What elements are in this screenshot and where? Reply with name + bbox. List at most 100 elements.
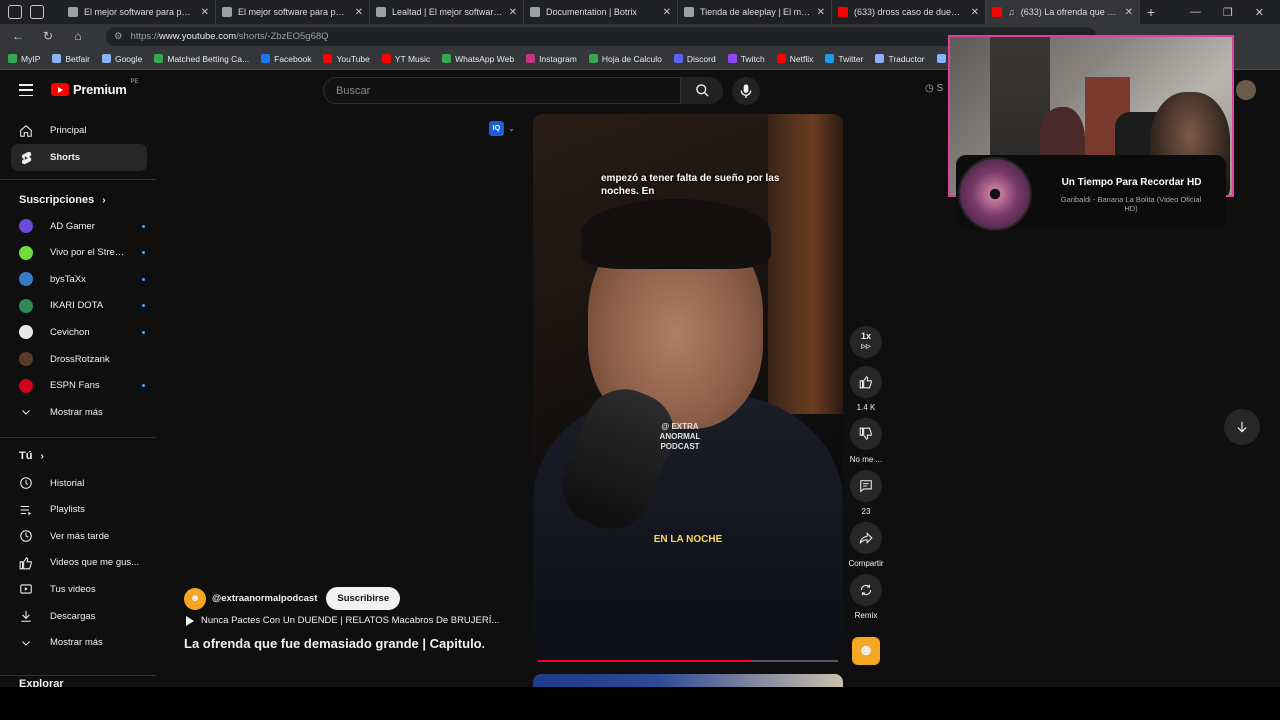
tab-title: Lealtad | El mejor software para <box>392 7 503 17</box>
bookmark-item[interactable]: YouTube <box>323 54 370 64</box>
back-icon[interactable]: ← <box>10 29 26 43</box>
close-window-icon[interactable]: ✕ <box>1255 6 1264 19</box>
bookmark-item[interactable]: Facebook <box>261 54 311 64</box>
search-button[interactable] <box>681 77 723 104</box>
remix-button[interactable] <box>850 574 882 606</box>
close-tab-icon[interactable]: ✕ <box>663 7 671 18</box>
close-tab-icon[interactable]: ✕ <box>1125 7 1133 18</box>
bookmark-item[interactable]: Twitch <box>727 54 765 64</box>
playback-speed-button[interactable]: 1x ▷▷ <box>850 326 882 358</box>
subscription-item[interactable]: ESPN Fans <box>11 373 147 399</box>
sidebar-item-you[interactable]: Tus videos <box>11 576 147 602</box>
voice-search-button[interactable] <box>732 77 760 105</box>
subscription-label: ESPN Fans <box>50 380 100 392</box>
bookmark-item[interactable]: Twitter <box>825 54 863 64</box>
account-avatar[interactable] <box>1236 80 1256 100</box>
bookmark-item[interactable]: Netflix <box>776 54 813 64</box>
sidebar-item-you[interactable]: Historial <box>11 470 147 496</box>
sidebar-item-you[interactable]: Playlists <box>11 497 147 523</box>
maximize-icon[interactable]: ❐ <box>1223 6 1233 19</box>
subscription-item[interactable]: Cevichon <box>11 319 147 345</box>
like-button[interactable] <box>850 366 882 398</box>
site-favicon-icon <box>68 7 78 17</box>
close-tab-icon[interactable]: ✕ <box>509 7 517 18</box>
youtube-premium-logo[interactable]: Premium PE <box>51 79 139 97</box>
sidebar-item-label: Tus videos <box>50 583 96 595</box>
new-content-dot <box>142 277 145 281</box>
browser-tab[interactable]: El mejor software para potencia ✕ <box>62 0 216 24</box>
related-video-link[interactable]: Nunca Pactes Con Un DUENDE | RELATOS Mac… <box>186 615 499 626</box>
bookmark-item[interactable]: Traductor <box>875 54 925 64</box>
channel-avatar[interactable]: ☻ <box>184 587 206 610</box>
sidebar-item-label: Playlists <box>50 504 85 516</box>
show-more-subscriptions[interactable]: Mostrar más <box>11 399 147 425</box>
search-input[interactable]: Buscar <box>323 77 681 104</box>
close-tab-icon[interactable]: ✕ <box>201 7 209 18</box>
home-button-icon[interactable]: ⌂ <box>70 29 86 43</box>
subscription-item[interactable]: bysTaXx <box>11 266 147 292</box>
browser-tab[interactable]: El mejor software para potencia ✕ <box>216 0 370 24</box>
dislike-button[interactable] <box>850 418 882 450</box>
thumbs-down-icon <box>859 427 872 441</box>
channel-avatar <box>19 325 33 340</box>
browser-tab[interactable]: Tienda de aleeplay | El mejor so ✕ <box>678 0 832 24</box>
sidebar-item-you[interactable]: Descargas <box>11 603 147 629</box>
progress-bar[interactable] <box>538 660 838 662</box>
bookmark-item[interactable]: MyIP <box>8 54 40 64</box>
subscription-item[interactable]: AD Gamer <box>11 213 147 239</box>
browser-tab[interactable]: (633) dross caso de duendes - Y ✕ <box>832 0 986 24</box>
logo-word: Premium <box>73 82 127 97</box>
sidebar-divider <box>0 675 156 676</box>
tab-actions-icon[interactable] <box>30 5 44 19</box>
channel-handle[interactable]: @extraanormalpodcast <box>212 593 317 604</box>
video-icon <box>19 582 33 596</box>
minimize-icon[interactable]: — <box>1190 6 1201 19</box>
site-info-icon[interactable]: ⚙ <box>114 31 123 42</box>
browser-tab[interactable]: Lealtad | El mejor software para ✕ <box>370 0 524 24</box>
subscribe-button[interactable]: Suscribirse <box>326 587 401 610</box>
bookmark-item[interactable]: YT Music <box>381 54 430 64</box>
bookmark-item[interactable]: WhatsApp Web <box>442 54 514 64</box>
bookmark-item[interactable]: Matched Betting Ca... <box>154 54 249 64</box>
bookmark-item[interactable]: Hoja de Calculo <box>588 54 662 64</box>
bookmark-item[interactable]: Betfair <box>52 54 90 64</box>
subscriptions-header[interactable]: Suscripciones › <box>19 194 106 206</box>
next-short-button[interactable] <box>1224 409 1260 445</box>
related-video-title: Nunca Pactes Con Un DUENDE | RELATOS Mac… <box>201 615 500 626</box>
menu-icon[interactable] <box>19 84 33 96</box>
share-button[interactable] <box>850 522 882 554</box>
new-tab-button[interactable]: + <box>1140 4 1162 20</box>
channel-sound-thumbnail[interactable]: ☻ <box>852 637 880 665</box>
subscription-item[interactable]: Vivo por el Strea... <box>11 240 147 266</box>
bookmark-item[interactable]: Discord <box>673 54 716 64</box>
close-tab-icon[interactable]: ✕ <box>971 7 979 18</box>
search-icon <box>695 84 709 97</box>
audio-playing-icon[interactable]: ♫ <box>1008 7 1015 17</box>
subscription-item[interactable]: DrossRotzank <box>11 346 147 372</box>
workspaces-icon[interactable] <box>8 5 22 19</box>
close-tab-icon[interactable]: ✕ <box>817 7 825 18</box>
show-more-you[interactable]: Mostrar más <box>11 630 147 656</box>
you-header[interactable]: Tú › <box>19 450 44 462</box>
arrow-down-icon <box>1237 421 1247 433</box>
next-short-preview[interactable] <box>533 674 843 687</box>
short-video-player[interactable]: empezó a tener falta de sueño por las no… <box>533 114 843 664</box>
sidebar-item-principal[interactable]: Principal <box>11 117 147 144</box>
reload-icon[interactable]: ↻ <box>40 29 56 43</box>
comments-button[interactable] <box>850 470 882 502</box>
browser-tab[interactable]: ♫ (633) La ofrenda que fue d ✕ <box>986 0 1140 24</box>
close-tab-icon[interactable]: ✕ <box>355 7 363 18</box>
sidebar-item-shorts[interactable]: Shorts <box>11 144 147 171</box>
video-watermark: @ EXTRA ANORMAL PODCAST <box>659 422 701 451</box>
subscription-item[interactable]: IKARI DOTA <box>11 293 147 319</box>
short-title[interactable]: La ofrenda que fue demasiado grande | Ca… <box>184 636 484 651</box>
browser-tab[interactable]: Documentation | Botrix ✕ <box>524 0 678 24</box>
sidebar-item-you[interactable]: Videos que me gus... <box>11 550 147 576</box>
extension-badge[interactable]: IQ ⌄ <box>489 121 515 136</box>
bookmark-item[interactable]: Google <box>101 54 142 64</box>
iq-extension-icon: IQ <box>489 121 504 136</box>
progress-fill <box>538 660 751 662</box>
create-icon[interactable]: ◷ S <box>925 83 943 94</box>
bookmark-item[interactable]: Instagram <box>526 54 577 64</box>
sidebar-item-you[interactable]: Ver más tarde <box>11 523 147 549</box>
